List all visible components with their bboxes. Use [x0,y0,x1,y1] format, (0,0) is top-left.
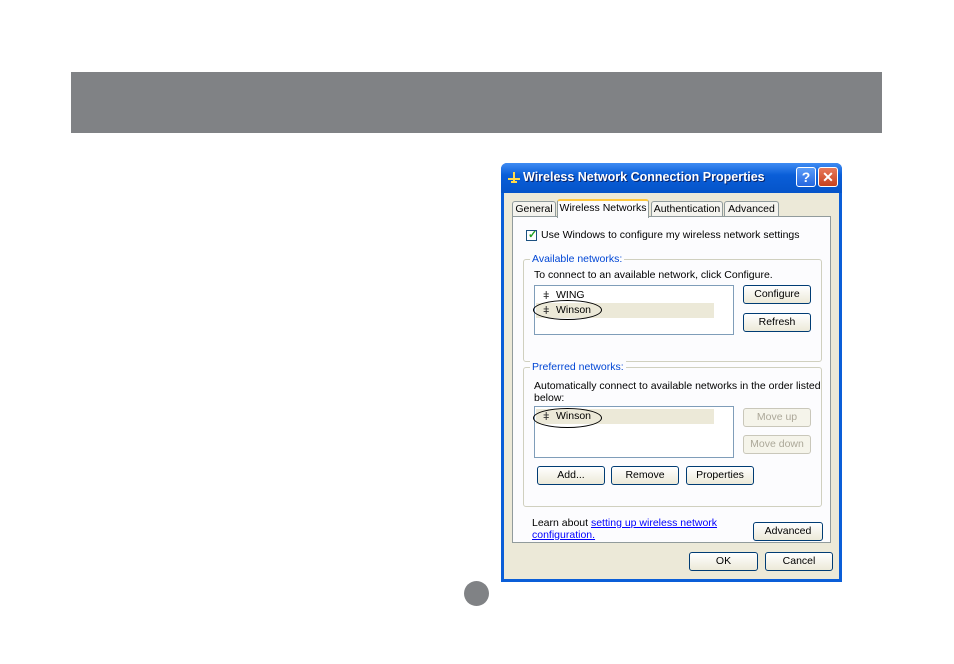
header-banner [71,72,882,133]
preferred-networks-description-line1: Automatically connect to available netwo… [534,380,821,392]
advanced-button[interactable]: Advanced [753,522,823,541]
tab-general[interactable]: General [512,201,556,217]
preferred-networks-group: Preferred networks: Automatically connec… [523,361,822,507]
tab-advanced[interactable]: Advanced [724,201,779,217]
add-button[interactable]: Add... [537,466,605,485]
help-icon: ? [801,169,811,185]
cancel-button[interactable]: Cancel [765,552,833,571]
move-up-button[interactable]: Move up [743,408,811,427]
help-button[interactable]: ? [796,167,816,187]
properties-button[interactable]: Properties [686,466,754,485]
page-number-dot [464,581,489,606]
ok-button[interactable]: OK [689,552,758,571]
close-icon: ✕ [822,169,834,185]
use-windows-checkbox[interactable]: ✓ [526,229,538,241]
tab-authentication[interactable]: Authentication [651,201,723,217]
use-windows-label: Use Windows to configure my wireless net… [541,229,800,241]
wireless-networks-panel: ✓ Use Windows to configure my wireless n… [512,216,831,543]
refresh-button[interactable]: Refresh [743,313,811,332]
highlight-ellipse [533,300,602,320]
network-connection-icon [508,172,520,183]
setup-help-link[interactable]: setting up wireless network [591,517,717,529]
move-down-button[interactable]: Move down [743,435,811,454]
preferred-networks-description-line2: below: [534,392,565,404]
remove-button[interactable]: Remove [611,466,679,485]
setup-help-link-continued[interactable]: configuration. [532,529,595,541]
highlight-ellipse [533,408,602,428]
configure-button[interactable]: Configure [743,285,811,304]
title-bar[interactable]: Wireless Network Connection Properties ?… [501,163,842,193]
dialog-title: Wireless Network Connection Properties [523,170,765,184]
properties-dialog: Wireless Network Connection Properties ?… [501,163,842,582]
tab-wireless-networks[interactable]: Wireless Networks [557,199,649,218]
check-mark-icon: ✓ [528,229,538,241]
available-networks-group: Available networks: To connect to an ava… [523,253,822,362]
learn-about-prefix: Learn about [532,517,591,529]
available-networks-legend: Available networks: [530,253,625,265]
learn-about-text: Learn about setting up wireless network [532,517,717,529]
preferred-networks-legend: Preferred networks: [530,361,626,373]
dialog-client-area: General Wireless Networks Authentication… [504,193,839,579]
close-button[interactable]: ✕ [818,167,838,187]
available-networks-description: To connect to an available network, clic… [534,269,773,281]
